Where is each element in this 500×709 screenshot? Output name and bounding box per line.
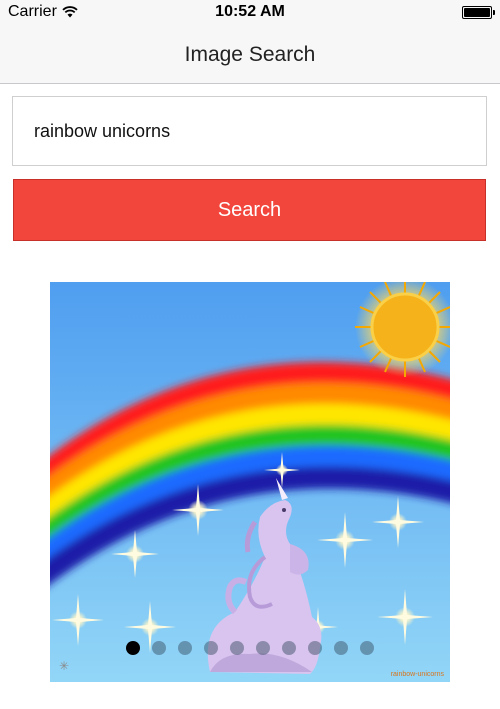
page-dot[interactable]: [178, 641, 192, 655]
search-button[interactable]: Search: [13, 179, 486, 241]
page-dot[interactable]: [152, 641, 166, 655]
status-time: 10:52 AM: [215, 3, 285, 20]
page-dot[interactable]: [230, 641, 244, 655]
page-dot[interactable]: [256, 641, 270, 655]
page-dot[interactable]: [360, 641, 374, 655]
battery-icon: [462, 6, 495, 19]
page-dot[interactable]: [126, 641, 140, 655]
page-title: Image Search: [184, 42, 316, 66]
result-image[interactable]: [50, 282, 450, 682]
battery-fill: [464, 8, 490, 17]
status-bar: Carrier 10:52 AM: [0, 0, 500, 26]
page-dot[interactable]: [282, 641, 296, 655]
image-watermark: rainbow-unicorns: [390, 671, 444, 678]
search-input[interactable]: [12, 96, 487, 166]
image-carousel[interactable]: ✳ rainbow-unicorns: [50, 282, 450, 682]
navigation-bar: Image Search: [0, 26, 500, 84]
page-dot[interactable]: [204, 641, 218, 655]
gear-icon: ✳: [59, 659, 70, 673]
page-indicator[interactable]: [50, 641, 450, 655]
page-dot[interactable]: [308, 641, 322, 655]
page-dot[interactable]: [334, 641, 348, 655]
